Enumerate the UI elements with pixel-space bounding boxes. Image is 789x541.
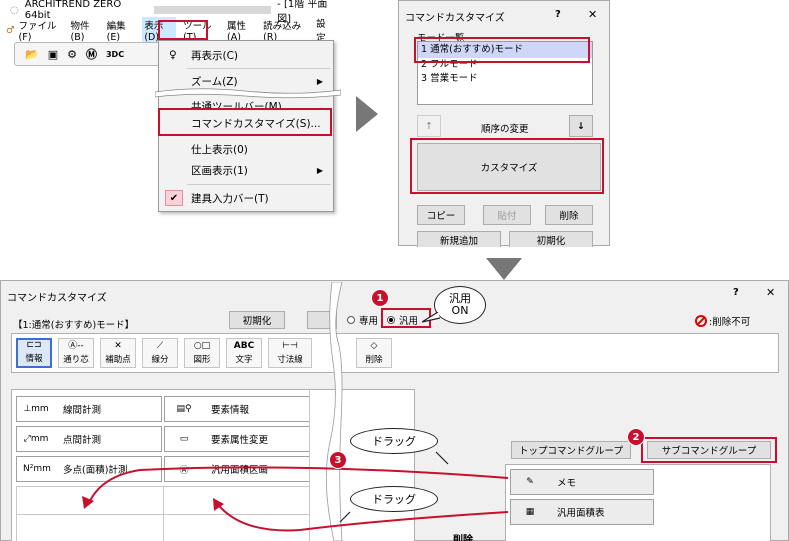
step-badge-2: 2	[627, 428, 645, 446]
step-badge-3: 3	[329, 451, 347, 469]
step-badge-1: 1	[371, 289, 389, 307]
drag-arrows	[82, 451, 509, 532]
